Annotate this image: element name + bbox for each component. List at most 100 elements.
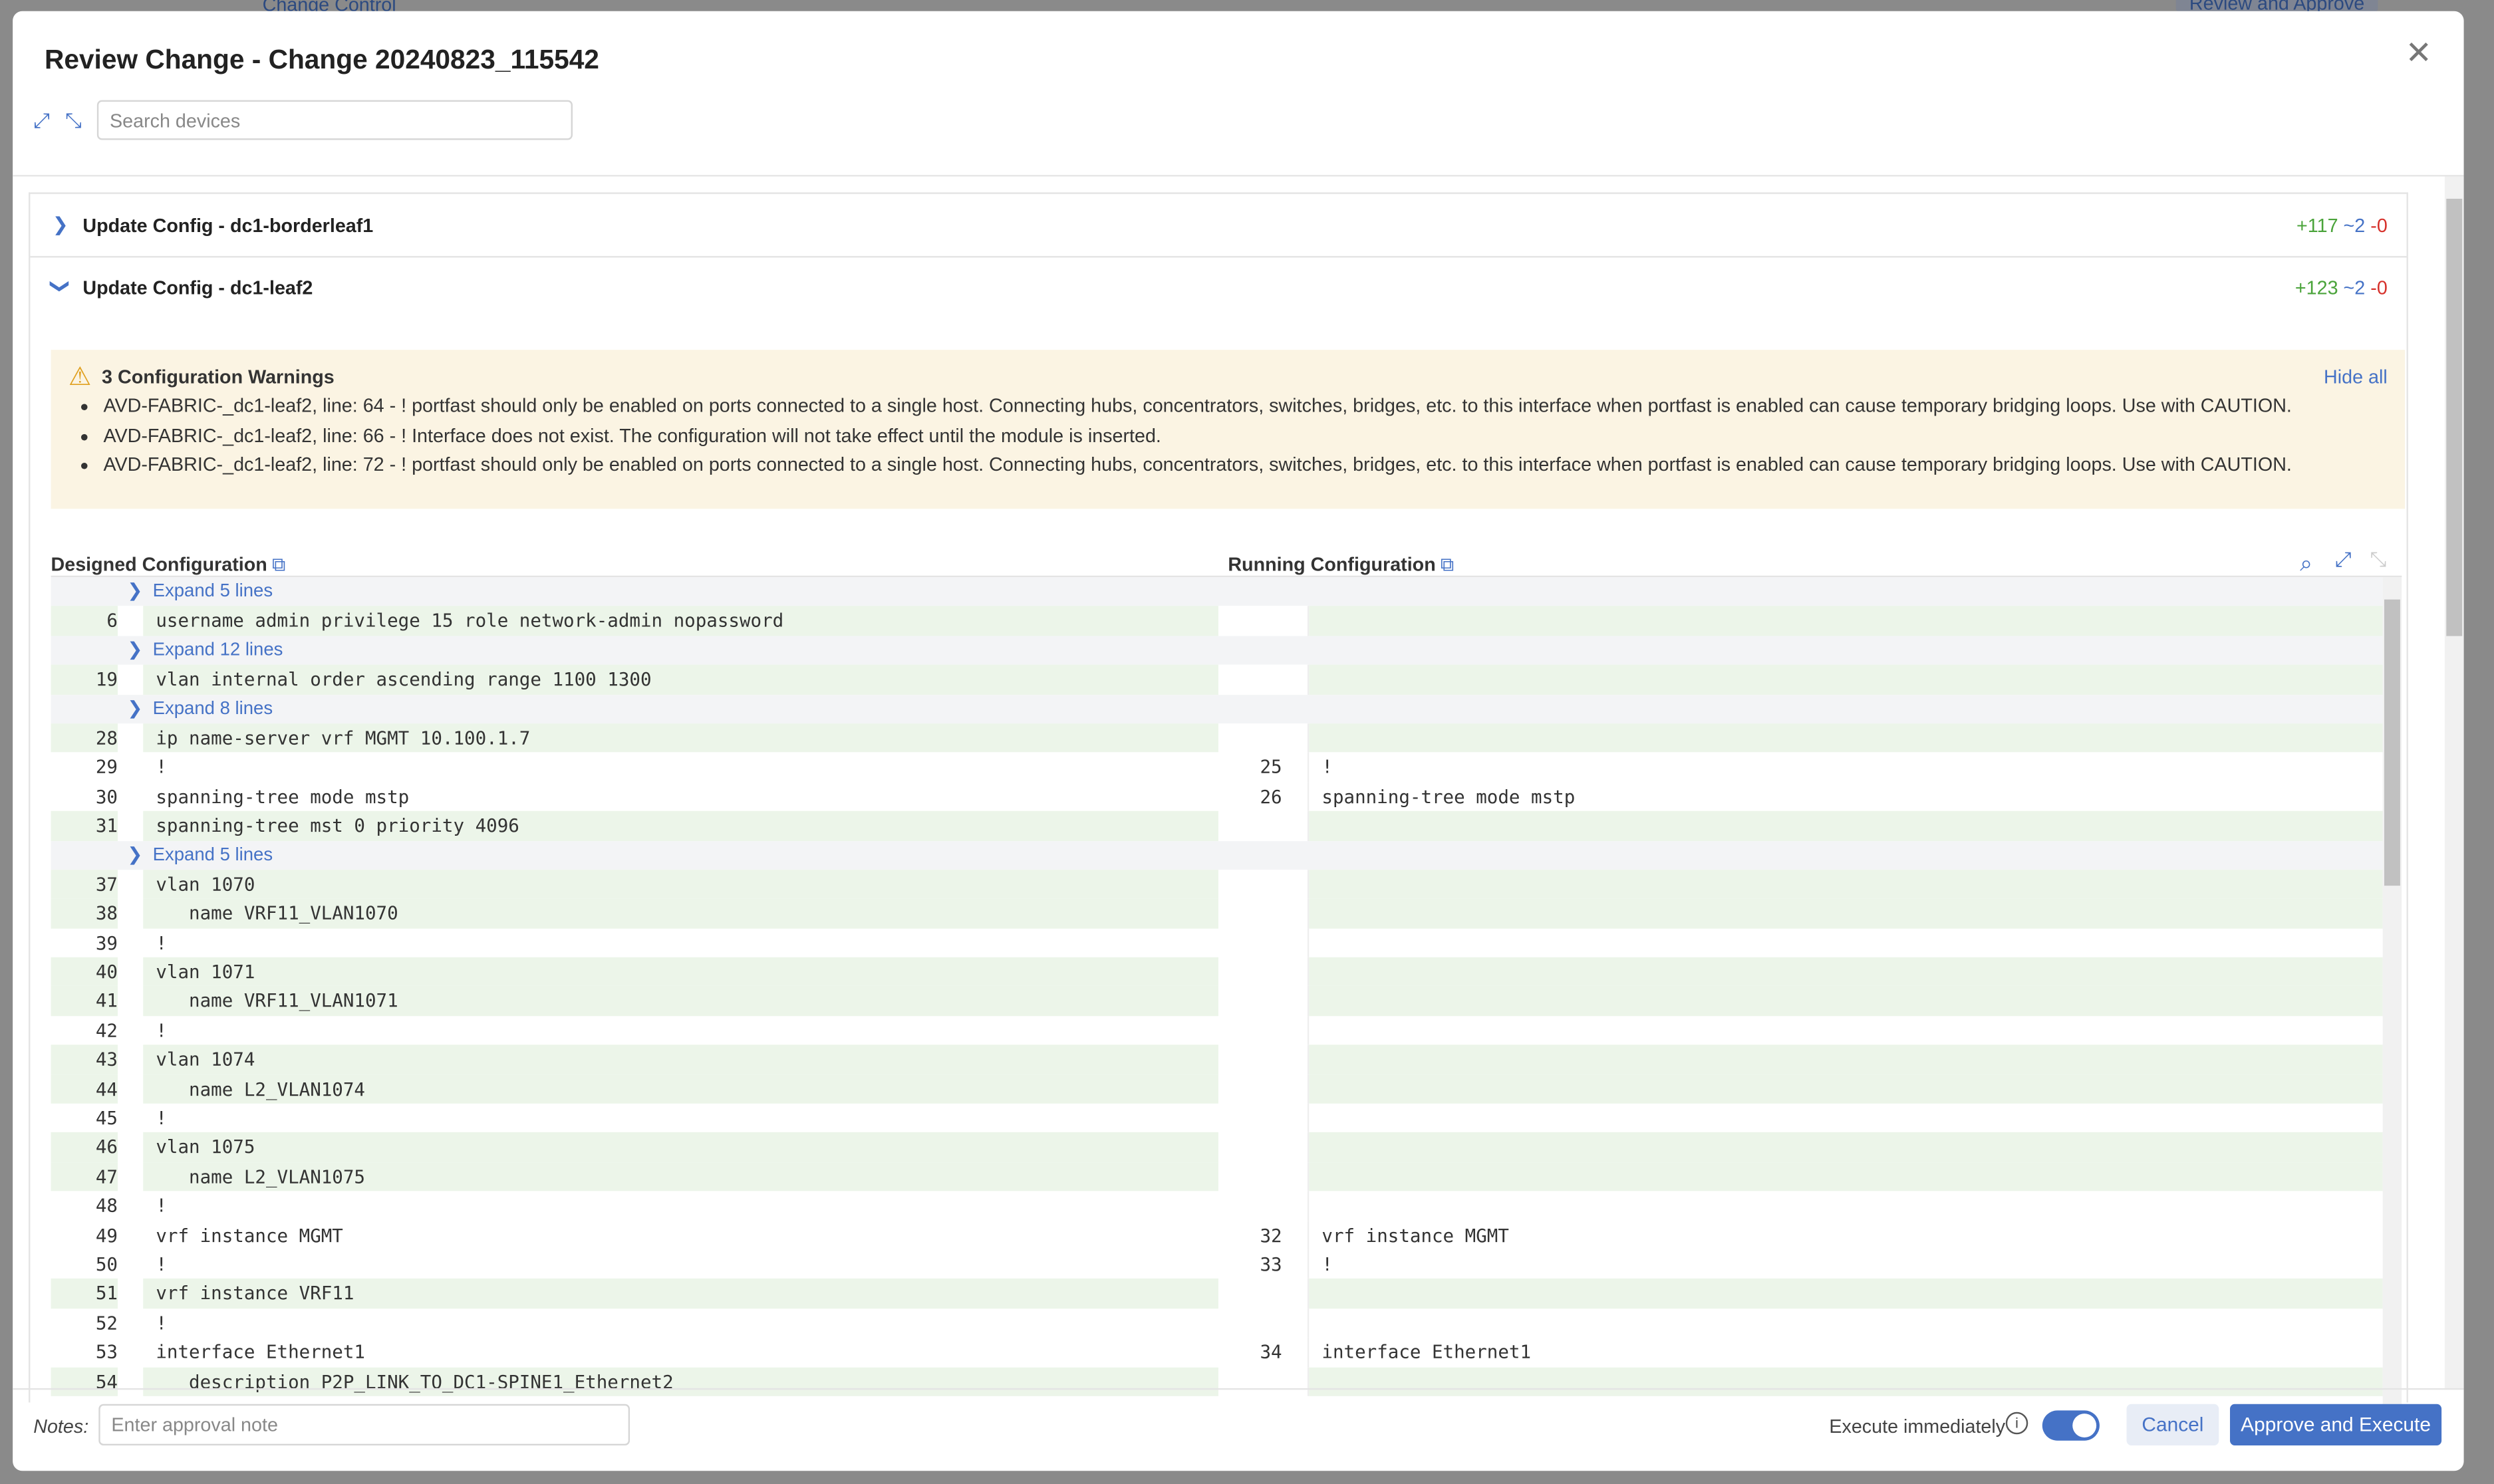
- designed-line-number: 49: [95, 1223, 118, 1247]
- chevron-right-icon[interactable]: ❯: [53, 213, 69, 235]
- copy-icon[interactable]: ⧉: [272, 553, 286, 575]
- designed-code: username admin privilege 15 role network…: [143, 606, 1218, 636]
- designed-code: ip name-server vrf MGMT 10.100.1.7: [143, 723, 1218, 753]
- running-code: [1309, 1308, 2382, 1338]
- designed-code: spanning-tree mode mstp: [156, 785, 410, 808]
- warnings-box: ⚠ 3 Configuration Warnings Hide all AVD-…: [51, 350, 2406, 509]
- expand-lines-button[interactable]: ❯ Expand 5 lines: [127, 840, 273, 870]
- expand-lines-button[interactable]: ❯ Expand 12 lines: [127, 636, 283, 665]
- expand-icon[interactable]: ⤢: [2335, 547, 2352, 572]
- expand-lines-row[interactable]: ❯ Expand 5 lines: [51, 840, 2383, 870]
- chevron-right-icon: ❯: [127, 582, 143, 602]
- running-code: [1309, 1132, 2383, 1162]
- designed-line-number: 44: [51, 1074, 118, 1104]
- info-icon[interactable]: i: [2005, 1412, 2028, 1435]
- expand-lines-button[interactable]: ❯ Expand 8 lines: [127, 694, 273, 723]
- diff-line: 53 interface Ethernet1 34 interface Etherne…: [51, 1337, 2383, 1367]
- expand-all-icon[interactable]: ⤢: [33, 108, 50, 134]
- running-code: [1309, 1104, 2382, 1133]
- divider: [13, 175, 2464, 177]
- diff-line: 42!: [51, 1015, 2383, 1045]
- running-code: [1309, 606, 2383, 636]
- diff-line: 31 spanning-tree mst 0 priority 4096: [51, 811, 2383, 840]
- expand-lines-row[interactable]: ❯ Expand 12 lines: [51, 636, 2383, 666]
- diff-line: 38 name VRF11_VLAN1070: [51, 898, 2383, 928]
- running-code: [1309, 723, 2383, 753]
- diff-line: 47 name L2_VLAN1075: [51, 1162, 2383, 1191]
- diff-line: 29! 25!: [51, 753, 2383, 783]
- chevron-down-icon[interactable]: ❯: [49, 278, 71, 294]
- footer: Notes: Execute immediately i Cancel Appr…: [13, 1388, 2464, 1471]
- approve-and-execute-button[interactable]: Approve and Execute: [2230, 1404, 2442, 1445]
- running-code: spanning-tree mode mstp: [1321, 785, 1576, 808]
- designed-line-number: 38: [51, 898, 118, 928]
- search-devices-input[interactable]: [96, 100, 573, 140]
- designed-line-number: 46: [51, 1132, 118, 1162]
- device-row-borderleaf1[interactable]: ❯ Update Config - dc1-borderleaf1 +117 ~…: [30, 194, 2407, 258]
- running-line-number: [1218, 1191, 1310, 1221]
- diff-line: 37 vlan 1070: [51, 869, 2383, 899]
- designed-code: name VRF11_VLAN1070: [143, 898, 1218, 928]
- hide-all-link[interactable]: Hide all: [2324, 366, 2388, 388]
- running-line-number: [1218, 1132, 1310, 1162]
- copy-icon[interactable]: ⧉: [1441, 553, 1455, 575]
- device-name: Update Config - dc1-borderleaf1: [82, 214, 374, 237]
- running-code: [1309, 1045, 2383, 1074]
- diff-line: 30 spanning-tree mode mstp 26 spanning-tree…: [51, 782, 2383, 812]
- cancel-button[interactable]: Cancel: [2126, 1404, 2219, 1445]
- warning-item: AVD-FABRIC-_dc1-leaf2, line: 64 - ! port…: [103, 391, 2291, 420]
- diff-line: 49 vrf instance MGMT 32 vrf instance MGMT: [51, 1220, 2383, 1250]
- running-line-number: [1218, 898, 1310, 928]
- expand-label: Expand 8 lines: [152, 699, 273, 718]
- modal-title: Review Change - Change 20240823_115542: [44, 44, 599, 75]
- device-row-leaf2[interactable]: ❯ Update Config - dc1-leaf2 +123 ~2 -0: [30, 256, 2406, 318]
- approval-note-input[interactable]: [98, 1404, 630, 1445]
- diff-line: 51 vrf instance VRF11: [51, 1279, 2383, 1308]
- expand-lines-row[interactable]: ❯ Expand 5 lines: [51, 577, 2383, 607]
- designed-code: !: [156, 931, 167, 954]
- running-code: [1309, 898, 2383, 928]
- diff-stats: +123 ~2 -0: [2294, 277, 2388, 299]
- diff-line: 39!: [51, 928, 2383, 957]
- designed-code: !: [156, 1311, 167, 1334]
- running-config-header: Running Configuration ⧉: [1228, 553, 1455, 576]
- designed-code: name L2_VLAN1075: [143, 1162, 1218, 1191]
- execute-immediately-toggle[interactable]: [2042, 1410, 2100, 1441]
- expand-lines-row[interactable]: ❯ Expand 8 lines: [51, 694, 2383, 724]
- diff-line: 46 vlan 1075: [51, 1132, 2383, 1162]
- designed-config-header: Designed Configuration ⧉: [51, 553, 286, 576]
- designed-code: name L2_VLAN1074: [143, 1074, 1218, 1104]
- collapse-all-icon[interactable]: ⤡: [65, 108, 82, 134]
- running-code: !: [1321, 755, 1333, 779]
- diff-line: 45!: [51, 1103, 2383, 1133]
- designed-line-number: 40: [51, 957, 118, 987]
- designed-code: !: [156, 1019, 167, 1042]
- page-scrollbar[interactable]: [2444, 176, 2464, 1388]
- running-line-number: [1218, 957, 1310, 987]
- diff-scrollbar[interactable]: [2382, 577, 2402, 1404]
- execute-immediately-label: Execute immediately: [1829, 1415, 2006, 1438]
- running-line-number: [1218, 986, 1310, 1016]
- running-line-number: [1218, 1045, 1310, 1074]
- diff-line: 19 vlan internal order ascending range 11…: [51, 665, 2383, 695]
- designed-code: vlan internal order ascending range 1100…: [143, 665, 1218, 695]
- running-line-number: [1218, 723, 1310, 753]
- designed-code: vrf instance MGMT: [156, 1223, 343, 1247]
- diff-line: 48!: [51, 1191, 2383, 1221]
- expand-lines-button[interactable]: ❯ Expand 5 lines: [127, 577, 273, 606]
- designed-code: vlan 1075: [143, 1132, 1218, 1162]
- search-icon[interactable]: ⌕: [2300, 550, 2312, 577]
- running-code: vrf instance MGMT: [1321, 1223, 1509, 1247]
- designed-line-number: 29: [95, 755, 118, 779]
- diff-line: 43 vlan 1074: [51, 1045, 2383, 1074]
- diff-line: 52!: [51, 1308, 2383, 1338]
- running-line-number: [1218, 928, 1310, 957]
- designed-line-number: 48: [95, 1194, 118, 1217]
- close-icon[interactable]: ✕: [2406, 33, 2432, 73]
- designed-line-number: 6: [51, 606, 118, 636]
- expand-label: Expand 12 lines: [152, 640, 283, 660]
- designed-code: vlan 1071: [143, 957, 1218, 987]
- running-line-number: [1218, 1308, 1310, 1338]
- designed-line-number: 28: [51, 723, 118, 753]
- designed-code: vlan 1070: [143, 869, 1218, 899]
